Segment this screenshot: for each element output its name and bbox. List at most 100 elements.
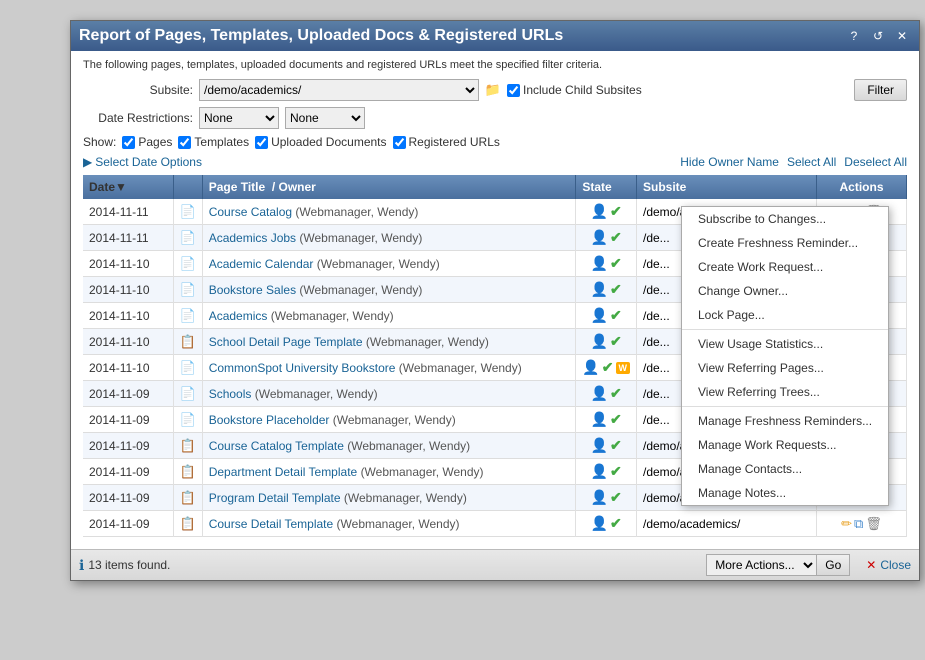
check-state-icon: ✔ <box>610 255 622 272</box>
page-title-link[interactable]: Academics Jobs <box>209 231 296 245</box>
page-title-link[interactable]: Schools <box>209 387 252 401</box>
doc-type-icon: 📋 <box>180 438 196 453</box>
select-date-options-link[interactable]: ▶ Select Date Options <box>83 155 202 169</box>
owner-text: (Webmanager, Wendy) <box>295 205 418 219</box>
go-button[interactable]: Go <box>817 554 850 576</box>
page-type-icon: 📄 <box>180 412 196 427</box>
cell-title: Bookstore Sales (Webmanager, Wendy) <box>202 277 576 303</box>
cell-date: 2014-11-09 <box>83 511 173 537</box>
person-state-icon: 👤 <box>591 333 608 350</box>
page-title-link[interactable]: Bookstore Placeholder <box>209 413 330 427</box>
col-type <box>173 175 202 199</box>
filter-button[interactable]: Filter <box>854 79 907 101</box>
refresh-button[interactable]: ↺ <box>869 27 887 45</box>
context-menu-item[interactable]: Subscribe to Changes... <box>682 207 888 231</box>
subsite-select[interactable]: /demo/academics/ <box>199 79 479 101</box>
close-button[interactable]: ✕ Close <box>866 558 911 572</box>
select-date-options-label: Select Date Options <box>95 155 202 169</box>
cell-date: 2014-11-10 <box>83 277 173 303</box>
show-row: Show: Pages Templates Uploaded Documents… <box>83 135 907 149</box>
cell-title: School Detail Page Template (Webmanager,… <box>202 329 576 355</box>
deselect-all-link[interactable]: Deselect All <box>844 155 907 169</box>
context-menu-item[interactable]: Manage Contacts... <box>682 457 888 481</box>
uploaded-docs-checkbox[interactable] <box>255 136 268 149</box>
uploaded-docs-checkbox-label: Uploaded Documents <box>255 135 386 149</box>
help-button[interactable]: ? <box>845 27 863 45</box>
col-actions: Actions <box>817 175 907 199</box>
context-menu-item[interactable]: Create Freshness Reminder... <box>682 231 888 255</box>
context-menu-item[interactable]: Manage Notes... <box>682 481 888 505</box>
context-menu-item[interactable]: Create Work Request... <box>682 255 888 279</box>
date-restrictions-row: Date Restrictions: None None <box>83 107 907 129</box>
page-title-link[interactable]: Course Catalog Template <box>209 439 344 453</box>
context-menu-item[interactable]: View Usage Statistics... <box>682 332 888 356</box>
page-title-link[interactable]: Academics <box>209 309 268 323</box>
dialog-title: Report of Pages, Templates, Uploaded Doc… <box>79 27 563 45</box>
page-title-link[interactable]: School Detail Page Template <box>209 335 363 349</box>
cell-type-icon: 📄 <box>173 355 202 381</box>
delete-icon[interactable]: 🗑 <box>865 516 882 532</box>
page-title-link[interactable]: Course Catalog <box>209 205 292 219</box>
cell-date: 2014-11-10 <box>83 303 173 329</box>
menu-separator <box>682 329 888 330</box>
date-options-row: ▶ Select Date Options Hide Owner Name Se… <box>83 153 907 171</box>
cell-state: 👤✔ <box>576 251 637 277</box>
cell-date: 2014-11-10 <box>83 329 173 355</box>
more-actions-select[interactable]: More Actions... <box>706 554 817 576</box>
context-menu-item[interactable]: Manage Freshness Reminders... <box>682 409 888 433</box>
context-menu-item[interactable]: View Referring Trees... <box>682 380 888 404</box>
bottom-bar: ℹ 13 items found. More Actions... Go ✕ C… <box>71 549 919 580</box>
cell-date: 2014-11-09 <box>83 407 173 433</box>
owner-text: (Webmanager, Wendy) <box>366 335 489 349</box>
cell-type-icon: 📄 <box>173 199 202 225</box>
context-menu-item[interactable]: Lock Page... <box>682 303 888 327</box>
person-state-icon: 👤 <box>591 281 608 298</box>
select-all-link[interactable]: Select All <box>787 155 836 169</box>
pages-checkbox-label: Pages <box>122 135 172 149</box>
col-date[interactable]: Date▼ <box>83 175 173 199</box>
context-menu-item[interactable]: View Referring Pages... <box>682 356 888 380</box>
person-state-icon: 👤 <box>591 203 608 220</box>
items-found-text: 13 items found. <box>88 558 170 572</box>
edit-icon[interactable]: ✏ <box>841 516 852 532</box>
templates-checkbox[interactable] <box>178 136 191 149</box>
cell-state: 👤✔W <box>576 355 637 381</box>
page-type-icon: 📄 <box>180 308 196 323</box>
page-title-link[interactable]: Program Detail Template <box>209 491 341 505</box>
page-type-icon: 📄 <box>180 230 196 245</box>
cell-state: 👤✔ <box>576 329 637 355</box>
hide-owner-name-link[interactable]: Hide Owner Name <box>680 155 779 169</box>
registered-urls-checkbox[interactable] <box>393 136 406 149</box>
cell-title: Academics Jobs (Webmanager, Wendy) <box>202 225 576 251</box>
cell-state: 👤✔ <box>576 433 637 459</box>
registered-urls-checkbox-label: Registered URLs <box>393 135 500 149</box>
copy-icon[interactable]: ⧉ <box>854 516 863 532</box>
page-title-link[interactable]: Department Detail Template <box>209 465 358 479</box>
context-menu-item[interactable]: Change Owner... <box>682 279 888 303</box>
person-state-icon: 👤 <box>591 463 608 480</box>
cell-title: Course Catalog Template (Webmanager, Wen… <box>202 433 576 459</box>
page-title-link[interactable]: Course Detail Template <box>209 517 334 531</box>
page-title-link[interactable]: Bookstore Sales <box>209 283 296 297</box>
owner-text: (Webmanager, Wendy) <box>299 231 422 245</box>
include-child-checkbox[interactable] <box>507 84 520 97</box>
include-child-label: Include Child Subsites <box>523 83 642 97</box>
page-type-icon: 📄 <box>180 256 196 271</box>
cell-title: Program Detail Template (Webmanager, Wen… <box>202 485 576 511</box>
close-titlebar-button[interactable]: ✕ <box>893 27 911 45</box>
show-label: Show: <box>83 135 116 149</box>
person-state-icon: 👤 <box>591 307 608 324</box>
date-restrictions-select[interactable]: None <box>199 107 279 129</box>
page-title-link[interactable]: CommonSpot University Bookstore <box>209 361 396 375</box>
page-title-link[interactable]: Academic Calendar <box>209 257 314 271</box>
registered-urls-label: Registered URLs <box>409 135 500 149</box>
pages-checkbox[interactable] <box>122 136 135 149</box>
context-menu-item[interactable]: Manage Work Requests... <box>682 433 888 457</box>
subsite-browse-icon[interactable]: 📁 <box>483 80 503 100</box>
person-state-icon: 👤 <box>591 411 608 428</box>
templates-label: Templates <box>194 135 249 149</box>
cell-state: 👤✔ <box>576 485 637 511</box>
col-title[interactable]: Page Title / Owner <box>202 175 576 199</box>
cell-type-icon: 📋 <box>173 329 202 355</box>
date-restrictions-select2[interactable]: None <box>285 107 365 129</box>
